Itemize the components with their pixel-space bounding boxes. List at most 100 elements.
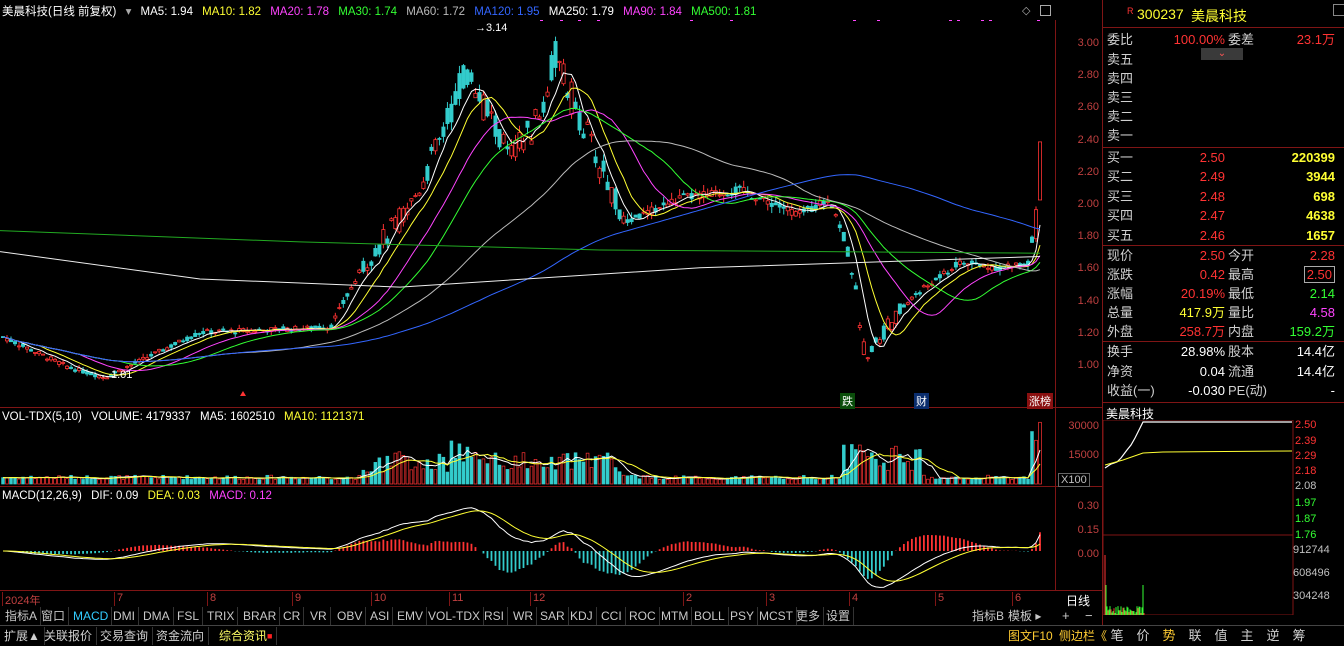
indicator-tab[interactable]: WR [510, 607, 537, 625]
indicator-tab[interactable]: BOLL [691, 607, 729, 625]
indicator-tab[interactable]: TRIX [204, 607, 238, 625]
side-button[interactable]: 联 [1184, 627, 1206, 645]
volume-bar [418, 462, 421, 484]
sidebar-toggle[interactable]: 侧边栏《 [1055, 627, 1111, 645]
candle [798, 206, 801, 218]
side-button[interactable]: 筹 [1288, 627, 1310, 645]
volume-bar [42, 478, 45, 484]
candle [454, 83, 457, 105]
indicator-tab[interactable]: FSL [174, 607, 203, 625]
fund-flow-tab[interactable]: 资金流向 [152, 627, 209, 645]
indicator-tab[interactable]: DMA [140, 607, 174, 625]
side-button[interactable]: 笔 [1106, 627, 1128, 645]
candle [362, 258, 365, 274]
finance-marker[interactable]: 财 [914, 393, 929, 409]
price-tick: 2.40 [1057, 134, 1099, 146]
related-quote-tab[interactable]: 关联报价 [40, 627, 97, 645]
indicator-tab[interactable]: CCI [598, 607, 626, 625]
price-tick: 2.20 [1057, 166, 1099, 178]
volume-bar [190, 479, 193, 484]
indicator-tab[interactable]: MTM [658, 607, 692, 625]
candle [922, 284, 925, 288]
side-button[interactable]: 价 [1132, 627, 1154, 645]
zoom-out-icon[interactable]: − [1085, 607, 1093, 625]
vol-unit[interactable]: X100 [1058, 473, 1090, 487]
maximize-icon[interactable] [1040, 5, 1051, 16]
volume-bar [210, 478, 213, 484]
candle [602, 155, 605, 178]
indicator-tab[interactable]: KDJ [567, 607, 597, 625]
candle [590, 131, 593, 142]
expand-tab[interactable]: 扩展▲ [0, 627, 45, 645]
indicator-tab[interactable]: MCST [756, 607, 797, 625]
volume-chart[interactable] [0, 420, 1055, 486]
signal-dot [1037, 20, 1040, 21]
mini-price-tick: 2.18 [1295, 465, 1316, 477]
indicator-tab[interactable]: MACD [70, 607, 112, 625]
f10-link[interactable]: 图文F10 [1004, 627, 1057, 645]
template-tab[interactable]: 模板 ▸ [1008, 607, 1041, 625]
volume-bar [170, 477, 173, 484]
indicator-tab[interactable]: SAR [537, 607, 569, 625]
volume-bar [706, 479, 709, 484]
indicator-tab[interactable]: BRAR [240, 607, 280, 625]
indicator-tab[interactable]: CR [280, 607, 304, 625]
macd-chart[interactable] [0, 503, 1055, 590]
candle [17, 342, 20, 350]
candle [582, 128, 585, 138]
stat-row: 收益(一) -0.030 PE(动) - [1103, 381, 1341, 400]
volume-bar [802, 475, 805, 484]
volume-bar [414, 467, 417, 484]
side-button[interactable]: 势 [1158, 627, 1180, 645]
volume-bar [846, 469, 849, 484]
indicator-tab[interactable]: RSI [481, 607, 508, 625]
candle [570, 78, 573, 119]
buy-row: 买一 2.50 220399 [1103, 148, 1341, 167]
indicator-tab[interactable]: 指标A [2, 607, 41, 625]
candle [57, 361, 60, 368]
limit-up-marker[interactable]: 涨榜 [1027, 393, 1053, 409]
indicator-tab[interactable]: 更多 [793, 607, 824, 625]
diamond-icon[interactable]: ◇ [1022, 4, 1030, 17]
volume-bar [971, 479, 974, 484]
indicator-tab[interactable]: OBV [334, 607, 366, 625]
indicator-tab[interactable]: PSY [727, 607, 758, 625]
indicator-tab[interactable]: VOL-TDX [425, 607, 484, 625]
indicator-tab[interactable]: VR [307, 607, 331, 625]
news-tab[interactable]: 综合资讯■ [215, 627, 277, 645]
side-button[interactable]: 主 [1236, 627, 1258, 645]
volume-bar [614, 468, 617, 484]
candle [962, 261, 965, 267]
macd-value: MACD: 0.12 [209, 490, 272, 502]
candle [738, 184, 741, 192]
drop-marker[interactable]: 跌 [840, 393, 855, 409]
candle [478, 85, 481, 103]
volume-bar [947, 479, 950, 484]
trade-query-tab[interactable]: 交易查询 [96, 627, 153, 645]
zoom-in-icon[interactable]: + [1062, 607, 1070, 625]
side-button[interactable]: 值 [1210, 627, 1232, 645]
vol-divider [0, 407, 1102, 408]
candlestick-chart[interactable] [0, 20, 1055, 407]
panel-menu-icon[interactable] [1333, 4, 1344, 16]
mini-price-tick: 2.39 [1295, 435, 1316, 447]
candle [346, 293, 349, 300]
indicator-tabs: 指标A 窗口 MACD DMI DMA FSL TRIX BRAR CR VR OBV ASI EMV V… [0, 607, 1100, 625]
indicator-tab[interactable]: ROC [626, 607, 660, 625]
chevron-down-icon[interactable]: ▾ [126, 6, 132, 18]
indicator-tab[interactable]: ASI [367, 607, 393, 625]
side-button[interactable]: 逆 [1262, 627, 1284, 645]
indicator-tab[interactable]: 窗口 [38, 607, 69, 625]
candle [358, 269, 361, 274]
indicator-tab[interactable]: DMI [110, 607, 139, 625]
intraday-mini-chart[interactable]: 2.50 2.39 2.29 2.18 2.08 1.97 1.87 1.76 912744 60… [1103, 420, 1344, 615]
volume-bar [218, 479, 221, 484]
indicator-b-tab[interactable]: 指标B [972, 607, 1004, 625]
volume-bar [274, 479, 277, 484]
volume-bar [830, 475, 833, 484]
candle [686, 193, 689, 197]
indicator-tab[interactable]: EMV [394, 607, 427, 625]
candle [542, 96, 545, 117]
indicator-tab[interactable]: 设置 [823, 607, 854, 625]
xaxis-divider [0, 590, 1102, 591]
